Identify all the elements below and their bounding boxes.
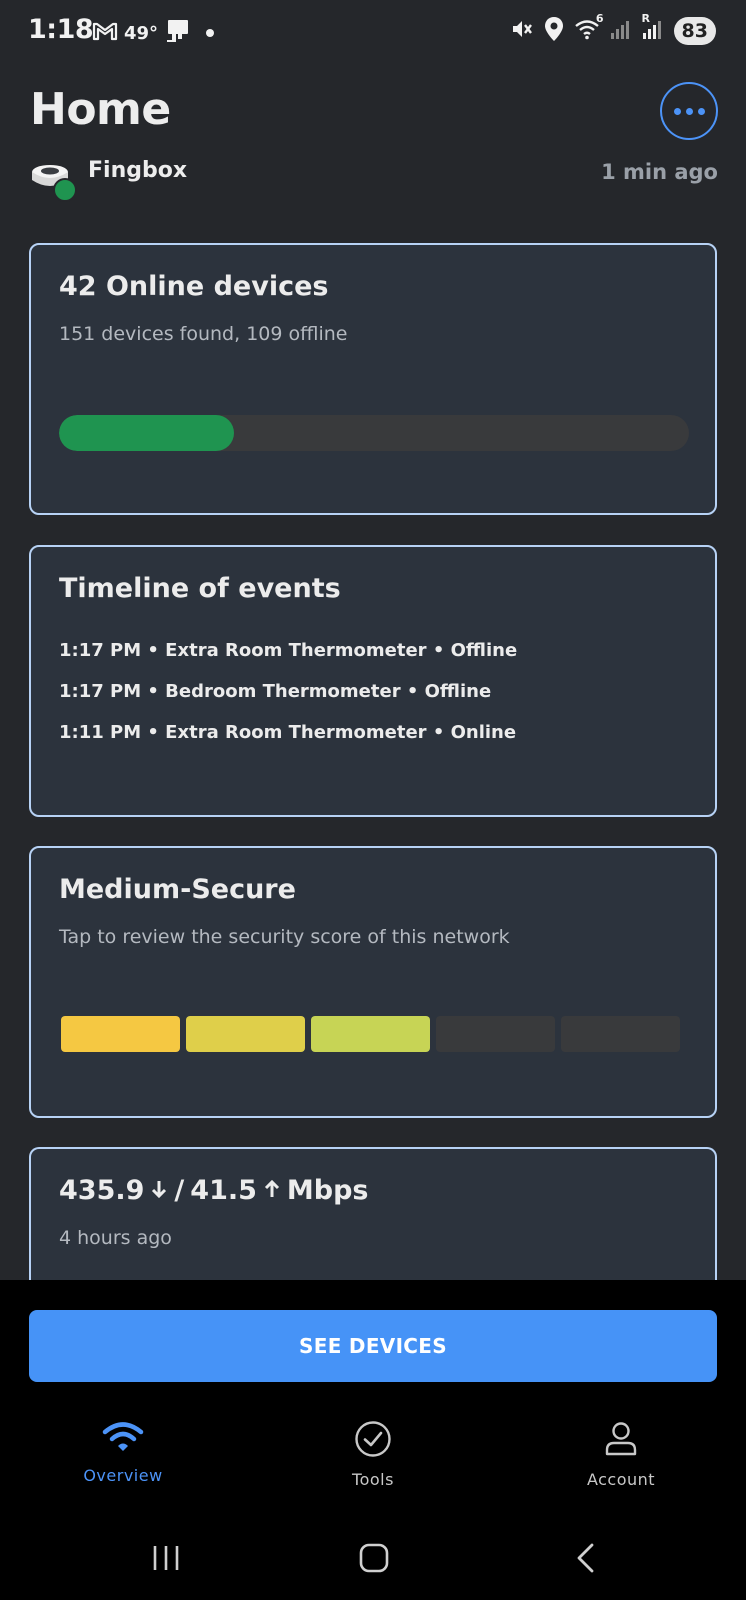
notification-dot-icon xyxy=(206,29,215,37)
speed-unit: Mbps xyxy=(286,1175,369,1206)
signal-icon xyxy=(610,18,632,44)
mute-icon xyxy=(510,17,534,45)
status-right-icons: 6 R 83 xyxy=(510,12,716,46)
security-score-segment xyxy=(186,1016,305,1052)
security-score-segment xyxy=(311,1016,430,1052)
security-score-segment xyxy=(561,1016,680,1052)
event-item: 1:17 PM • Bedroom Thermometer • Offline xyxy=(59,681,492,702)
tab-tools[interactable]: Tools xyxy=(293,1420,453,1489)
more-horizontal-icon-dot xyxy=(685,107,693,115)
timeline-card[interactable]: Timeline of events 1:17 PM • Extra Room … xyxy=(29,545,717,817)
online-progress-bar xyxy=(59,415,689,451)
online-progress-fill xyxy=(59,415,235,451)
devices-summary: 151 devices found, 109 offline xyxy=(59,323,348,345)
wifi-icon xyxy=(102,1420,144,1458)
back-button[interactable] xyxy=(570,1542,602,1578)
upload-arrow-icon xyxy=(263,1177,281,1205)
more-horizontal-icon-dot xyxy=(697,107,705,115)
last-seen-time: 1 min ago xyxy=(601,160,718,184)
signal-roaming-icon: R xyxy=(642,12,664,44)
battery-indicator: 83 xyxy=(673,17,716,45)
event-item: 1:11 PM • Extra Room Thermometer • Onlin… xyxy=(59,722,517,743)
upload-speed: 41.5 xyxy=(190,1175,257,1206)
security-score-bar xyxy=(61,1016,680,1052)
download-arrow-icon xyxy=(150,1177,168,1205)
security-card[interactable]: Medium-Secure Tap to review the security… xyxy=(29,846,717,1118)
bottom-panel: SEE DEVICES Overview Tools Account xyxy=(0,1280,746,1600)
tab-label: Account xyxy=(586,1470,656,1489)
roaming-badge: R xyxy=(641,12,651,25)
location-icon xyxy=(544,16,564,46)
tab-label: Tools xyxy=(352,1470,394,1489)
person-icon xyxy=(603,1420,639,1462)
speed-test-time: 4 hours ago xyxy=(59,1227,172,1249)
check-circle-icon xyxy=(354,1420,392,1462)
tab-overview[interactable]: Overview xyxy=(43,1420,203,1485)
status-bar: 1:18 49° 6 R 83 xyxy=(0,0,746,66)
security-score-segment xyxy=(61,1016,180,1052)
timeline-title: Timeline of events xyxy=(59,573,341,604)
notification-device-icon xyxy=(164,18,192,48)
status-temperature: 49° xyxy=(124,22,159,44)
bottom-tab-bar: Overview Tools Account xyxy=(0,1420,746,1510)
status-time: 1:18 xyxy=(28,14,94,45)
gmail-icon xyxy=(92,21,118,45)
event-list: 1:17 PM • Extra Room Thermometer • Offli… xyxy=(59,639,517,762)
more-options-button[interactable] xyxy=(660,82,718,140)
tab-label: Overview xyxy=(83,1466,163,1485)
speed-separator: / xyxy=(174,1175,185,1206)
speed-result: 435.9 / 41.5 Mbps xyxy=(59,1175,369,1206)
system-nav-bar xyxy=(0,1530,746,1600)
more-horizontal-icon-dot xyxy=(673,107,681,115)
see-devices-button[interactable]: SEE DEVICES xyxy=(29,1310,717,1382)
home-button[interactable] xyxy=(358,1542,390,1578)
device-name: Fingbox xyxy=(88,158,188,183)
security-score-segment xyxy=(436,1016,555,1052)
status-left-icons: 49° xyxy=(92,18,215,48)
page-title: Home xyxy=(30,84,171,135)
security-subtitle: Tap to review the security score of this… xyxy=(59,926,510,948)
tab-account[interactable]: Account xyxy=(541,1420,701,1489)
online-devices-card[interactable]: 42 Online devices 151 devices found, 109… xyxy=(29,243,717,515)
fingbox-icon xyxy=(30,158,78,204)
online-devices-title: 42 Online devices xyxy=(59,271,329,302)
download-speed: 435.9 xyxy=(59,1175,145,1206)
event-item: 1:17 PM • Extra Room Thermometer • Offli… xyxy=(59,640,518,661)
wifi-standard-badge: 6 xyxy=(595,12,604,25)
security-title: Medium-Secure xyxy=(59,874,296,905)
network-device-row[interactable]: Fingbox 1 min ago xyxy=(30,158,718,208)
wifi-status-icon: 6 xyxy=(574,12,604,44)
recent-apps-button[interactable] xyxy=(150,1542,182,1578)
